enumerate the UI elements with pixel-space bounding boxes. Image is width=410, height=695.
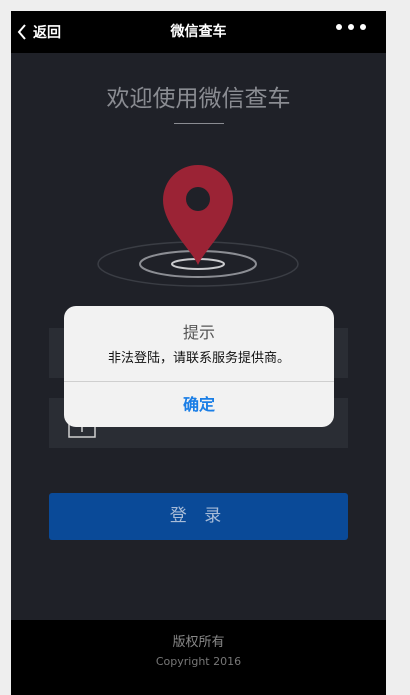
copyright-label: 版权所有	[172, 635, 225, 650]
dialog-confirm-button[interactable]: 确定	[64, 382, 334, 427]
welcome-heading: 欢迎使用微信查车	[106, 86, 291, 112]
login-button[interactable]: 登 录	[49, 493, 348, 540]
app-screen: 返回 微信查车 欢迎使用微信查车 登 录 版权所有 Copyright 2016	[11, 11, 386, 695]
page-title: 微信查车	[170, 24, 227, 40]
dialog-message: 非法登陆，请联系服务提供商。	[107, 351, 290, 366]
title-divider	[174, 123, 224, 124]
back-label: 返回	[33, 25, 61, 41]
nav-bar: 返回 微信查车	[11, 11, 386, 53]
footer: 版权所有 Copyright 2016	[11, 620, 386, 695]
alert-dialog: 提示 非法登陆，请联系服务提供商。 确定	[64, 306, 334, 427]
back-button[interactable]: 返回	[17, 11, 61, 53]
location-pin-illustration	[97, 159, 299, 287]
dialog-title: 提示	[182, 323, 215, 342]
copyright-year: Copyright 2016	[155, 655, 242, 668]
more-menu-icon[interactable]	[336, 24, 366, 30]
chevron-left-icon	[17, 24, 27, 40]
